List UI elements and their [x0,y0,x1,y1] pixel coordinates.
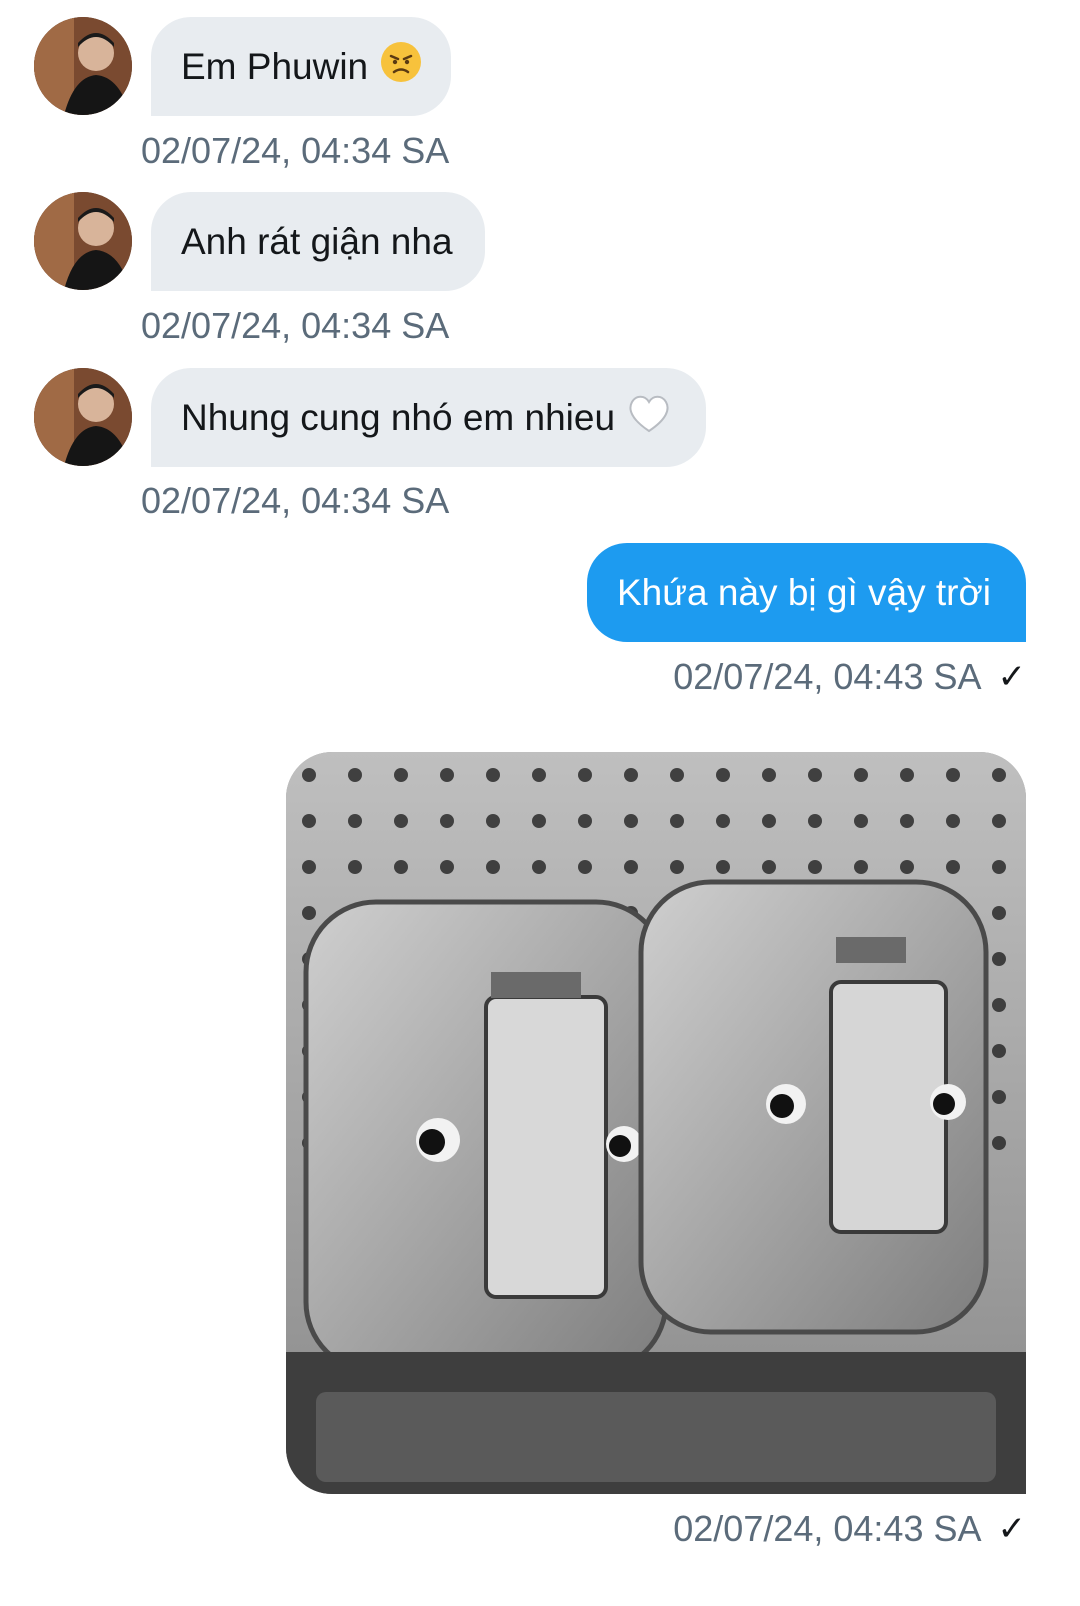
outgoing-message-bubble[interactable]: Khứa này bị gì vậy trời [587,543,1026,642]
message-timestamp-row: 02/07/24, 04:43 SA ✓ [673,656,1026,698]
message-timestamp-row: 02/07/24, 04:43 SA ✓ [673,1508,1026,1550]
sender-avatar[interactable] [34,368,132,466]
message-text: Nhung cung nhó em nhieu [181,396,616,438]
sent-check-icon: ✓ [997,658,1027,696]
message-timestamp: 02/07/24, 04:34 SA [141,305,450,346]
incoming-message-bubble[interactable]: Em Phuwin [151,17,451,116]
sent-check-icon: ✓ [997,1510,1027,1548]
incoming-message-bubble[interactable]: Anh rát giận nha [151,192,485,291]
message-timestamp: 02/07/24, 04:34 SA [141,130,450,171]
angry-face-icon [380,41,422,92]
message-text: Em Phuwin [181,45,369,87]
incoming-message-bubble[interactable]: Nhung cung nhó em nhieu [151,368,706,467]
sender-avatar[interactable] [34,192,132,290]
message-timestamp: 02/07/24, 04:34 SA [141,480,450,521]
message-timestamp: 02/07/24, 04:43 SA [673,656,982,697]
message-text: Anh rát giận nha [181,220,453,262]
white-heart-icon [627,393,671,442]
sender-avatar[interactable] [34,17,132,115]
message-timestamp: 02/07/24, 04:43 SA [673,1508,982,1549]
message-text: Khứa này bị gì vậy trời [617,571,991,613]
light-switches-with-eyes-photo[interactable] [286,752,1026,1494]
